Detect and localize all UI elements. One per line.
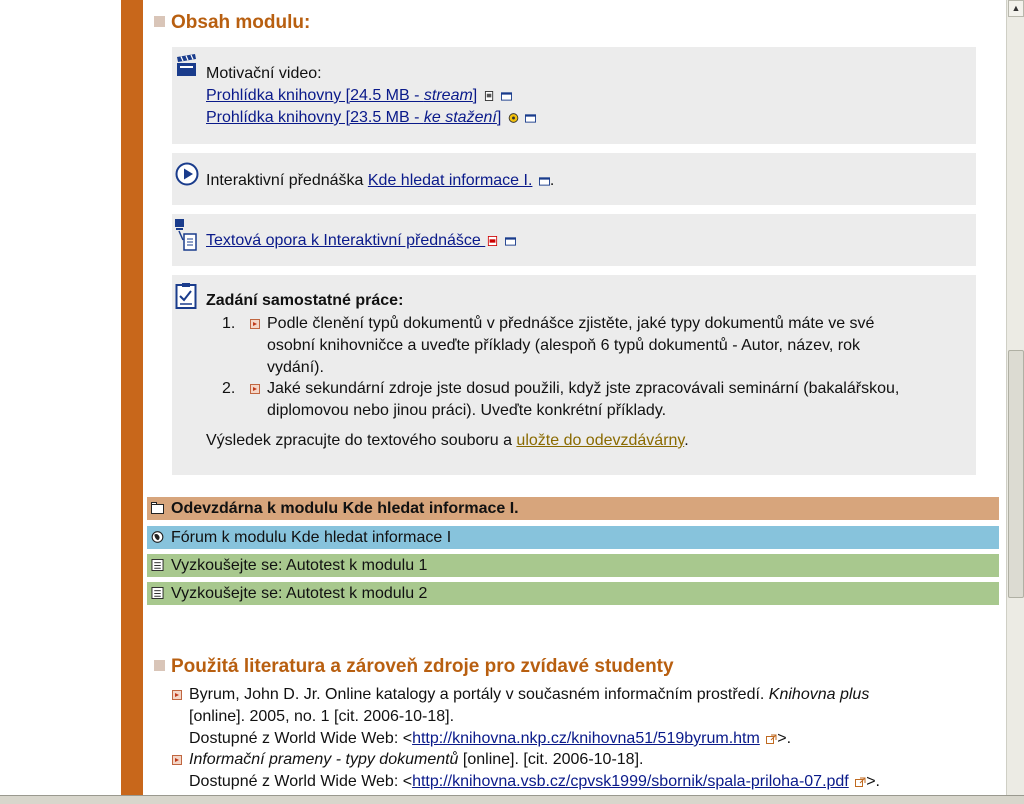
video-box: Motivační video: Prohlídka knihovny [24.…	[172, 47, 976, 144]
text-support-link[interactable]: Textová opora k Interaktivní přednášce	[206, 232, 485, 249]
globe-icon	[151, 531, 164, 543]
vertical-scrollbar[interactable]: ▲	[1006, 0, 1024, 803]
new-window-icon[interactable]	[501, 91, 513, 101]
item1-line3: vydání).	[267, 359, 324, 376]
scroll-up-arrow-icon[interactable]: ▲	[1008, 0, 1024, 17]
item1-line1: Podle členění typů dokumentů v přednášce…	[267, 315, 875, 332]
item1-number: 1.	[222, 315, 236, 332]
bar-forum[interactable]: Fórum k modulu Kde hledat informace I	[147, 526, 999, 549]
assignment-box: Zadání samostatné práce: 1. Podle členěn…	[172, 275, 976, 475]
item-bullet-icon	[250, 384, 260, 394]
literature-section-title: Použitá literatura a zároveň zdroje pro …	[154, 656, 674, 678]
text-support-box: Textová opora k Interaktivní přednášce	[172, 214, 976, 266]
bar-autotest-2[interactable]: Vyzkoušejte se: Autotest k modulu 2	[147, 582, 999, 605]
lecture-link[interactable]: Kde hledat informace I.	[368, 172, 533, 189]
video-download-row: Prohlídka knihovny [23.5 MB - ke stažení…	[206, 109, 537, 127]
video-label: Motivační video:	[206, 65, 322, 82]
square-bullet-icon	[154, 660, 165, 671]
item1-line2: osobní knihovničce a uveďte příklady (al…	[267, 337, 860, 354]
stream-file-icon[interactable]	[484, 91, 495, 101]
play-circle-icon	[175, 162, 199, 186]
item2-line2: diplomovou nebo jinou práci). Uveďte kon…	[267, 402, 667, 419]
accent-sidebar	[121, 0, 143, 795]
ref1-url-link[interactable]: http://knihovna.nkp.cz/knihovna51/519byr…	[412, 730, 760, 747]
ref1-line1: Byrum, John D. Jr. Online katalogy a por…	[189, 686, 870, 703]
document-pc-icon	[175, 219, 197, 251]
item2-line1: Jaké sekundární zdroje jste dosud použil…	[267, 380, 900, 397]
lecture-row: Interaktivní přednáška Kde hledat inform…	[206, 172, 555, 189]
result-row: Výsledek zpracujte do textového souboru …	[206, 432, 689, 449]
checklist-small-icon	[151, 587, 164, 599]
scroll-thumb[interactable]	[1008, 350, 1024, 598]
video-stream-row: Prohlídka knihovny [24.5 MB - stream]	[206, 87, 513, 105]
ref1-line2: [online]. 2005, no. 1 [cit. 2006-10-18].	[189, 708, 455, 725]
text-support-row: Textová opora k Interaktivní přednášce	[206, 232, 516, 250]
checklist-icon	[175, 283, 197, 309]
new-window-icon[interactable]	[538, 176, 550, 186]
ref2-line2: Dostupné z World Wide Web: <http://kniho…	[189, 773, 880, 790]
ref2-url-link[interactable]: http://knihovna.vsb.cz/cpvsk1999/sbornik…	[412, 773, 849, 790]
video-stream-link[interactable]: Prohlídka knihovny [24.5 MB - stream]	[206, 87, 477, 104]
ref2-line1: Informační prameny - typy dokumentů [onl…	[189, 751, 644, 768]
square-bullet-icon	[154, 16, 165, 27]
item-bullet-icon	[250, 319, 260, 329]
external-link-icon[interactable]	[766, 734, 777, 744]
ref-bullet-icon	[172, 690, 182, 700]
assignment-title: Zadání samostatné práce:	[206, 292, 404, 309]
new-window-icon[interactable]	[504, 236, 516, 246]
video-download-link[interactable]: Prohlídka knihovny [23.5 MB - ke stažení…	[206, 109, 501, 126]
submission-link[interactable]: uložte do odevzdávárny	[516, 432, 684, 449]
main-content: Obsah modulu: Motivační video: Prohlídka…	[143, 0, 1005, 795]
film-clapper-icon	[177, 54, 196, 76]
checklist-small-icon	[151, 559, 164, 571]
pdf-icon[interactable]	[487, 236, 498, 246]
download-disc-icon[interactable]	[508, 113, 519, 123]
external-link-icon[interactable]	[855, 777, 866, 787]
new-window-icon[interactable]	[525, 113, 537, 123]
lecture-box: Interaktivní přednáška Kde hledat inform…	[172, 153, 976, 205]
ref-bullet-icon	[172, 755, 182, 765]
bar-submission[interactable]: Odevzdárna k modulu Kde hledat informace…	[147, 497, 999, 520]
ref1-line3: Dostupné z World Wide Web: <http://kniho…	[189, 730, 792, 747]
content-section-title: Obsah modulu:	[154, 12, 310, 34]
bar-autotest-1[interactable]: Vyzkoušejte se: Autotest k modulu 1	[147, 554, 999, 577]
folder-icon	[151, 502, 164, 514]
item2-number: 2.	[222, 380, 236, 397]
left-margin	[0, 0, 121, 803]
